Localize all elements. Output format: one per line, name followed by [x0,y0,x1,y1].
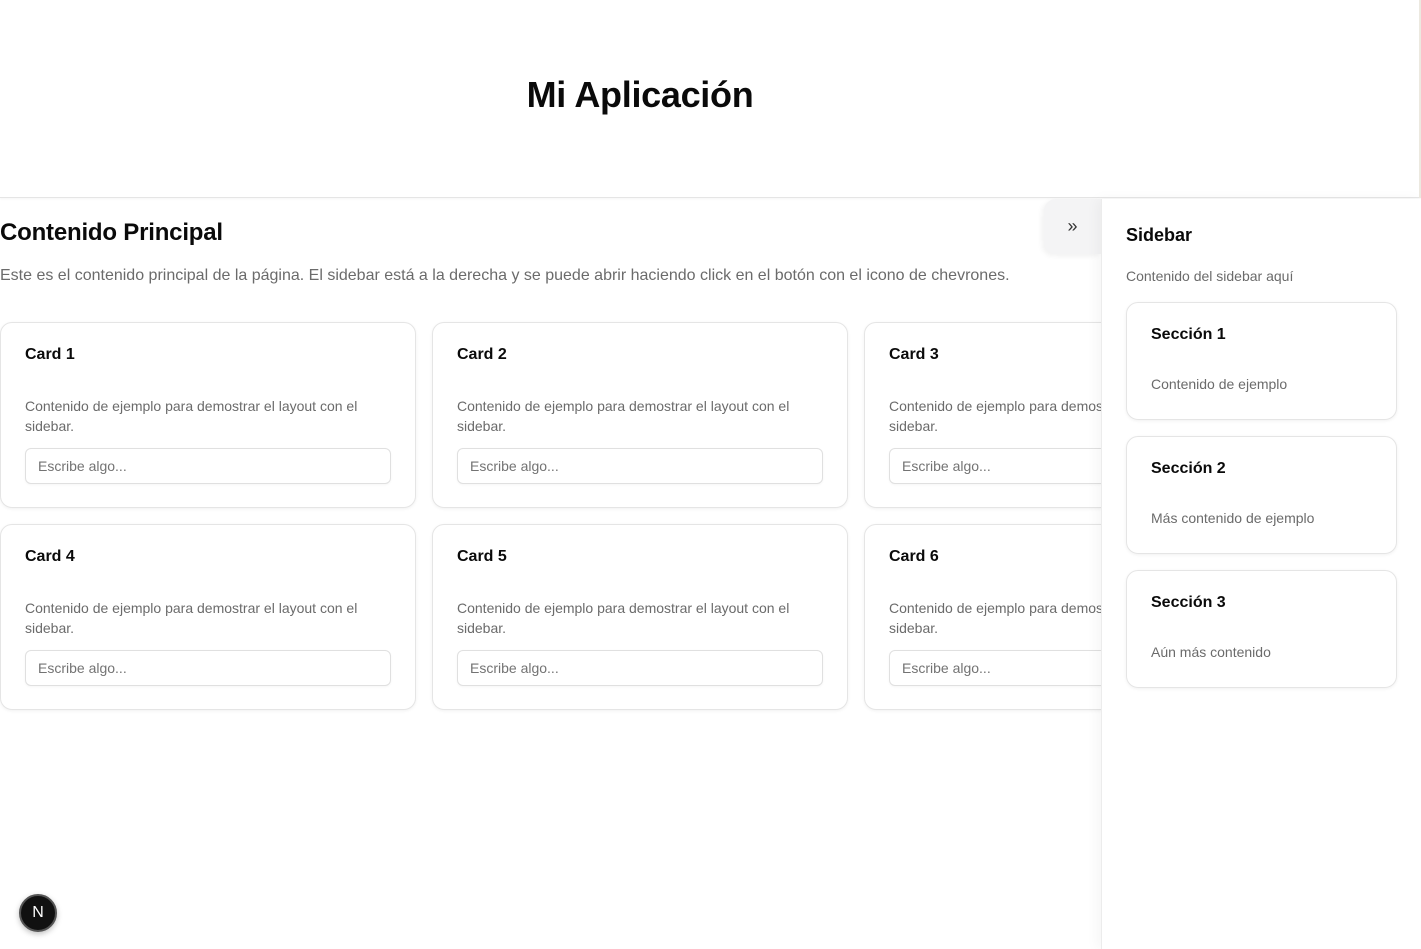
card: Card 5 Contenido de ejemplo para demostr… [432,524,848,710]
section-title: Sección 3 [1151,594,1226,611]
sidebar-title: Sidebar [1126,225,1193,245]
main-title: Contenido Principal [0,219,223,246]
card-title: Card 1 [25,346,75,363]
nextjs-logo-icon: N [32,904,44,921]
card: Card 6 Contenido de ejemplo para demostr… [864,524,1101,710]
card-text: Contenido de ejemplo para demostrar el l… [25,398,358,434]
card: Card 1 Contenido de ejemplo para demostr… [0,322,416,508]
sidebar-section: Sección 3 Aún más contenido [1126,570,1397,688]
sidebar-section: Sección 2 Más contenido de ejemplo [1126,436,1397,554]
card: Card 4 Contenido de ejemplo para demostr… [0,524,416,710]
card-title: Card 3 [889,346,939,363]
card-input[interactable] [25,650,391,686]
sidebar: Sidebar Contenido del sidebar aquí Secci… [1101,199,1421,949]
card-text: Contenido de ejemplo para demostrar el l… [889,600,1101,636]
card-input[interactable] [457,448,823,484]
section-title: Sección 2 [1151,460,1226,477]
card-title: Card 6 [889,548,939,565]
card-input[interactable] [25,448,391,484]
card-input[interactable] [457,650,823,686]
card-title: Card 5 [457,548,507,565]
sidebar-subtitle: Contenido del sidebar aquí [1126,268,1294,284]
main-description: Este es el contenido principal de la pág… [0,267,1010,284]
chevrons-right-icon: » [1067,216,1078,236]
card-text: Contenido de ejemplo para demostrar el l… [25,600,358,636]
card: Card 3 Contenido de ejemplo para demostr… [864,322,1101,508]
card-text: Contenido de ejemplo para demostrar el l… [889,398,1101,434]
card: Card 2 Contenido de ejemplo para demostr… [432,322,848,508]
section-text: Contenido de ejemplo [1151,376,1288,392]
main-content: Contenido Principal Este es el contenido… [0,199,1101,949]
card-grid: Card 1 Contenido de ejemplo para demostr… [0,322,1101,710]
section-title: Sección 1 [1151,326,1226,343]
card-text: Contenido de ejemplo para demostrar el l… [457,600,790,636]
section-text: Más contenido de ejemplo [1151,510,1315,526]
card-input[interactable] [889,650,1101,686]
app-title: Mi Aplicación [526,74,754,115]
sidebar-toggle-button[interactable]: » [1044,199,1101,254]
app-header: Mi Aplicación [0,0,1421,198]
card-title: Card 4 [25,548,75,565]
card-title: Card 2 [457,346,507,363]
card-text: Contenido de ejemplo para demostrar el l… [457,398,790,434]
nextjs-dev-badge[interactable]: N [19,894,57,932]
card-input[interactable] [889,448,1101,484]
section-text: Aún más contenido [1151,644,1271,660]
sidebar-section: Sección 1 Contenido de ejemplo [1126,302,1397,420]
sidebar-sections: Sección 1 Contenido de ejemplo Sección 2… [1126,302,1397,704]
